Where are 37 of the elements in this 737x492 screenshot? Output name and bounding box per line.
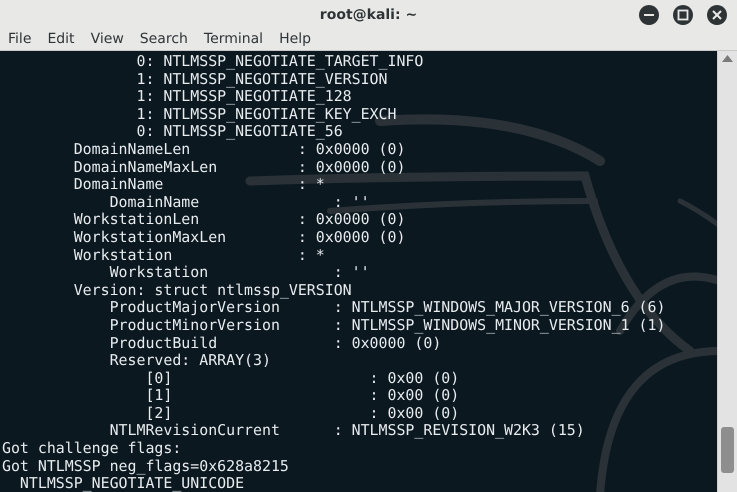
menu-item[interactable]: Help [271, 30, 319, 48]
close-icon[interactable] [707, 5, 727, 25]
terminal-line: ProductMajorVersion : NTLMSSP_WINDOWS_MAJOR_VERSION_6 (6) [108, 299, 666, 317]
maximize-icon[interactable] [673, 5, 693, 25]
terminal-line: DomainNameMaxLen : 0x0000 (0) [72, 158, 406, 176]
terminal-line: Version: struct ntlmssp_VERSION [72, 282, 352, 300]
terminal-line: DomainName : * [72, 176, 325, 194]
terminal-line: Got NTLMSSP neg_flags=0x628a8215 [2, 458, 289, 476]
terminal-line: 1: NTLMSSP_NEGOTIATE_KEY_EXCH [135, 106, 396, 124]
menu-item[interactable]: View [82, 30, 132, 48]
menu-item[interactable]: Edit [39, 30, 83, 48]
terminal-line: DomainNameLen : 0x0000 (0) [72, 140, 406, 159]
window-title: root@kali: ~ [320, 7, 418, 23]
scrollbar-thumb[interactable] [721, 427, 734, 473]
terminal-line: [0] : 0x00 (0) [144, 370, 460, 388]
terminal-line: 1: NTLMSSP_NEGOTIATE_128 [135, 88, 352, 106]
terminal-line: ProductMinorVersion : NTLMSSP_WINDOWS_MINOR_VERSION_1 (1) [108, 316, 666, 334]
terminal-line: WorkstationLen : 0x0000 (0) [72, 211, 406, 229]
terminal-line: WorkstationMaxLen : 0x0000 (0) [72, 228, 406, 247]
scroll-up-icon[interactable] [722, 55, 733, 62]
terminal-line: Workstation : '' [108, 264, 370, 282]
terminal-line: [1] : 0x00 (0) [144, 387, 460, 405]
terminal-line: Reserved: ARRAY(3) [108, 352, 271, 370]
terminal-line: Workstation : * [72, 246, 325, 264]
terminal-line: 0: NTLMSSP_NEGOTIATE_TARGET_INFO [135, 53, 424, 71]
menu-item[interactable]: File [0, 30, 40, 48]
menu-item[interactable]: Terminal [196, 30, 272, 48]
terminal-line: 0: NTLMSSP_NEGOTIATE_56 [135, 123, 343, 141]
terminal-line: NTLMSSP_NEGOTIATE_UNICODE [18, 475, 244, 492]
terminal-line: ProductBuild : 0x0000 (0) [108, 334, 442, 352]
terminal-line: Got challenge flags: [2, 440, 182, 458]
terminal-line: 1: NTLMSSP_NEGOTIATE_VERSION [135, 70, 388, 88]
terminal-line: NTLMRevisionCurrent : NTLMSSP_REVISION_W2K3 (15) [108, 422, 585, 440]
menu-item[interactable]: Search [132, 30, 196, 48]
minimize-icon[interactable] [639, 5, 659, 25]
terminal-line: DomainName : '' [108, 194, 370, 212]
terminal-line: [2] : 0x00 (0) [144, 404, 460, 422]
